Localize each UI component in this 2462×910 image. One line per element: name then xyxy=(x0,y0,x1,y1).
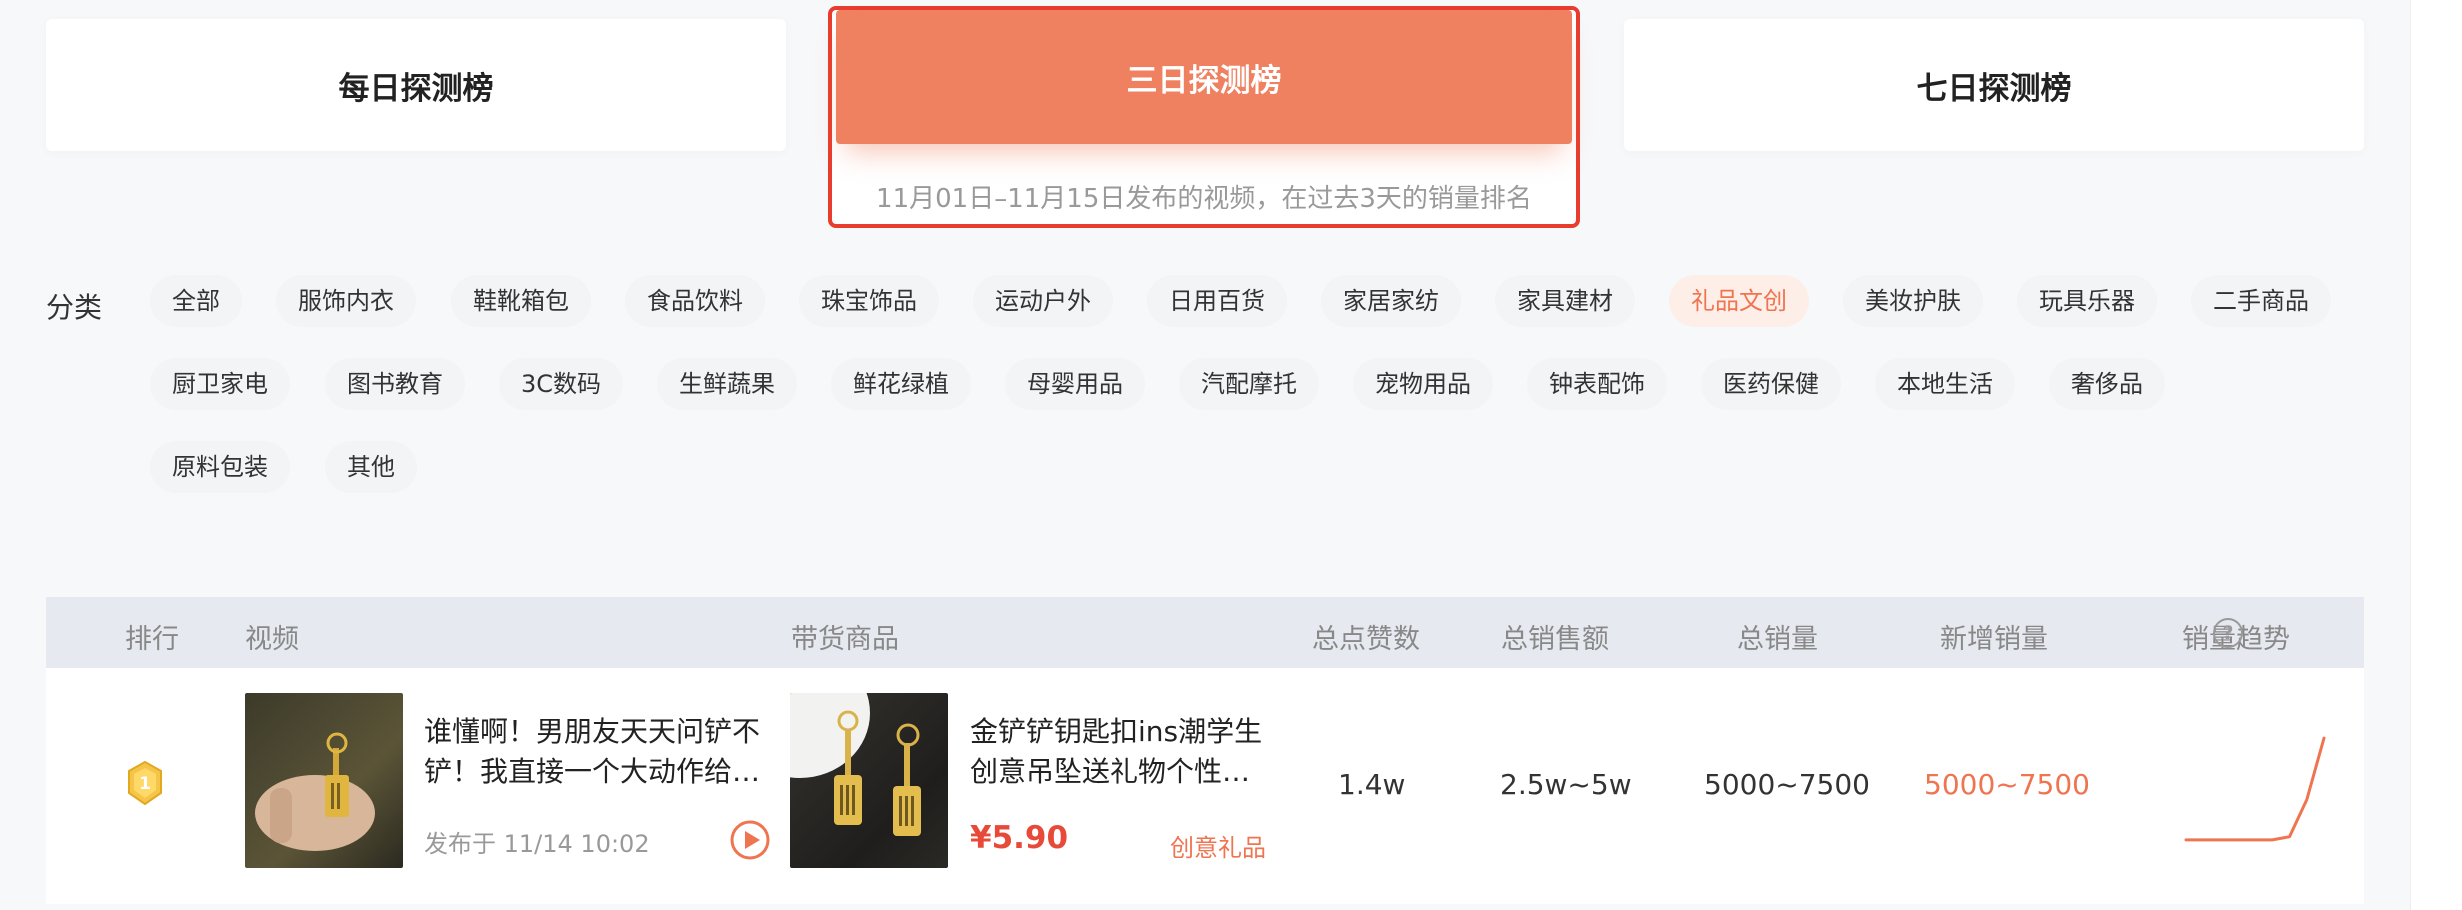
rank-medal-icon: 1 xyxy=(128,760,162,806)
category-chip[interactable]: 汽配摩托 xyxy=(1179,358,1319,410)
cell-sales: 5000~7500 xyxy=(1704,768,1870,801)
category-chip[interactable]: 全部 xyxy=(150,275,242,327)
category-chip-active[interactable]: 礼品文创 xyxy=(1669,275,1809,327)
sales-trend-sparkline[interactable] xyxy=(2180,730,2330,848)
category-chip[interactable]: 医药保健 xyxy=(1701,358,1841,410)
tab-weekly-ranking[interactable]: 七日探测榜 xyxy=(1624,19,2364,151)
category-chip[interactable]: 鲜花绿植 xyxy=(831,358,971,410)
category-chip[interactable]: 母婴用品 xyxy=(1005,358,1145,410)
column-header-new-sales[interactable]: 新增销量 xyxy=(1940,617,2048,656)
product-category-tag[interactable]: 创意礼品 xyxy=(1170,828,1266,863)
product-thumbnail[interactable] xyxy=(790,693,948,868)
category-chip[interactable]: 奢侈品 xyxy=(2049,358,2165,410)
rank-number: 1 xyxy=(139,774,151,794)
column-header-video: 视频 xyxy=(245,624,299,655)
category-chip[interactable]: 食品饮料 xyxy=(625,275,765,327)
category-chip[interactable]: 图书教育 xyxy=(325,358,465,410)
video-title[interactable]: 谁懂啊！男朋友天天问铲不铲！我直接一个大动作给… xyxy=(424,712,769,792)
video-thumbnail[interactable] xyxy=(245,693,403,868)
cell-likes: 1.4w xyxy=(1338,768,1406,801)
category-chip[interactable]: 钟表配饰 xyxy=(1527,358,1667,410)
category-chip[interactable]: 二手商品 xyxy=(2191,275,2331,327)
cell-new-sales: 5000~7500 xyxy=(1924,768,2090,801)
product-price: ¥5.90 xyxy=(970,820,1069,856)
category-chip[interactable]: 其他 xyxy=(325,441,417,493)
category-chip[interactable]: 家居家纺 xyxy=(1321,275,1461,327)
category-chip[interactable]: 运动户外 xyxy=(973,275,1113,327)
category-chip[interactable]: 原料包装 xyxy=(150,441,290,493)
category-chip[interactable]: 美妆护肤 xyxy=(1843,275,1983,327)
column-header-sales[interactable]: 总销量 xyxy=(1737,617,1818,656)
tab-three-day-subtitle: 11月01日–11月15日发布的视频，在过去3天的销量排名 xyxy=(876,184,1532,214)
column-header-gmv[interactable]: 总销售额 xyxy=(1501,617,1609,656)
category-chip[interactable]: 厨卫家电 xyxy=(150,358,290,410)
column-header-likes[interactable]: 总点赞数 xyxy=(1312,617,1420,656)
play-icon[interactable] xyxy=(729,819,771,861)
category-chip[interactable]: 家具建材 xyxy=(1495,275,1635,327)
highlight-box-three-day: 三日探测榜 11月01日–11月15日发布的视频，在过去3天的销量排名 xyxy=(828,6,1580,228)
category-chip[interactable]: 宠物用品 xyxy=(1353,358,1493,410)
cell-gmv: 2.5w~5w xyxy=(1500,768,1632,801)
product-title[interactable]: 金铲铲钥匙扣ins潮学生创意吊坠送礼物个性… xyxy=(970,712,1270,792)
category-chip[interactable]: 本地生活 xyxy=(1875,358,2015,410)
tab-daily-ranking[interactable]: 每日探测榜 xyxy=(46,19,786,151)
tab-three-day-ranking[interactable]: 三日探测榜 xyxy=(836,10,1572,144)
category-chip[interactable]: 生鲜蔬果 xyxy=(657,358,797,410)
category-chip[interactable]: 珠宝饰品 xyxy=(799,275,939,327)
category-chip[interactable]: 服饰内衣 xyxy=(276,275,416,327)
right-gutter xyxy=(2410,0,2462,910)
question-circle-icon[interactable]: ? xyxy=(2213,618,2243,648)
video-publish-time: 发布于 11/14 10:02 xyxy=(424,830,650,858)
category-chip[interactable]: 日用百货 xyxy=(1147,275,1287,327)
category-chip[interactable]: 鞋靴箱包 xyxy=(451,275,591,327)
column-header-rank: 排行 xyxy=(125,624,179,655)
category-chip[interactable]: 3C数码 xyxy=(499,358,624,410)
category-label: 分类 xyxy=(46,291,103,324)
column-header-product: 带货商品 xyxy=(791,624,899,655)
category-chip[interactable]: 玩具乐器 xyxy=(2017,275,2157,327)
